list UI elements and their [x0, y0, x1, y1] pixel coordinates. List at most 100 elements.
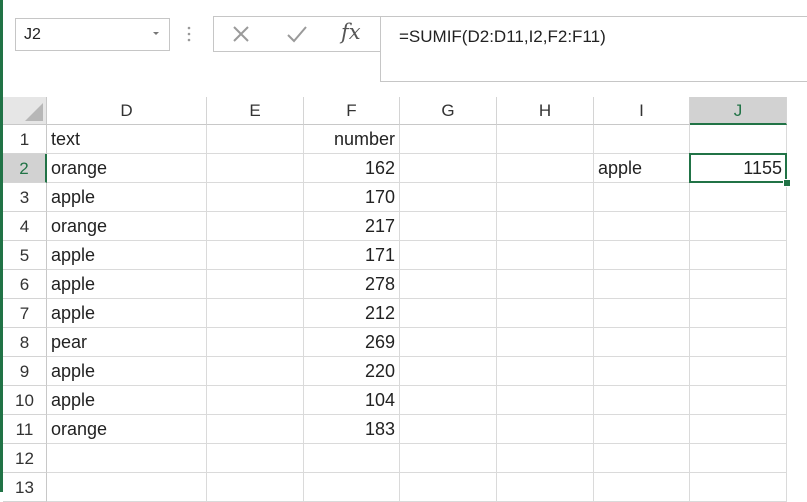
cell-h10[interactable] [497, 386, 594, 415]
row-header-9[interactable]: 9 [3, 357, 47, 386]
cell-j1[interactable] [690, 125, 787, 154]
cell-d10[interactable]: apple [47, 386, 207, 415]
cell-f2[interactable]: 162 [304, 154, 400, 183]
cell-d2[interactable]: orange [47, 154, 207, 183]
cell-e12[interactable] [207, 444, 304, 473]
cell-j2[interactable]: 1155 [690, 154, 787, 183]
select-all-button[interactable] [3, 97, 47, 125]
cell-e2[interactable] [207, 154, 304, 183]
cell-g3[interactable] [400, 183, 497, 212]
cell-d3[interactable]: apple [47, 183, 207, 212]
row-header-12[interactable]: 12 [3, 444, 47, 473]
cell-h13[interactable] [497, 473, 594, 502]
enter-check-icon[interactable] [286, 24, 308, 44]
cell-g8[interactable] [400, 328, 497, 357]
cell-i6[interactable] [594, 270, 690, 299]
cell-d4[interactable]: orange [47, 212, 207, 241]
chevron-down-icon[interactable] [151, 28, 161, 38]
drag-handle-icon[interactable] [186, 24, 192, 44]
row-header-4[interactable]: 4 [3, 212, 47, 241]
cell-e8[interactable] [207, 328, 304, 357]
cell-g12[interactable] [400, 444, 497, 473]
cell-j10[interactable] [690, 386, 787, 415]
cell-e6[interactable] [207, 270, 304, 299]
cell-h3[interactable] [497, 183, 594, 212]
column-header-e[interactable]: E [207, 97, 304, 125]
cell-h5[interactable] [497, 241, 594, 270]
column-header-i[interactable]: I [594, 97, 690, 125]
cell-j13[interactable] [690, 473, 787, 502]
column-header-g[interactable]: G [400, 97, 497, 125]
row-header-7[interactable]: 7 [3, 299, 47, 328]
cell-f9[interactable]: 220 [304, 357, 400, 386]
cell-f5[interactable]: 171 [304, 241, 400, 270]
cell-f7[interactable]: 212 [304, 299, 400, 328]
cell-d13[interactable] [47, 473, 207, 502]
cell-h8[interactable] [497, 328, 594, 357]
cell-h6[interactable] [497, 270, 594, 299]
cell-j4[interactable] [690, 212, 787, 241]
cell-d1[interactable]: text [47, 125, 207, 154]
cell-g4[interactable] [400, 212, 497, 241]
cell-i8[interactable] [594, 328, 690, 357]
cell-j7[interactable] [690, 299, 787, 328]
cell-j9[interactable] [690, 357, 787, 386]
cell-j5[interactable] [690, 241, 787, 270]
cell-i13[interactable] [594, 473, 690, 502]
name-box[interactable]: J2 [15, 18, 170, 51]
cell-f8[interactable]: 269 [304, 328, 400, 357]
insert-function-icon[interactable]: fx [341, 20, 361, 44]
cell-i9[interactable] [594, 357, 690, 386]
cell-d8[interactable]: pear [47, 328, 207, 357]
cell-i12[interactable] [594, 444, 690, 473]
cell-d11[interactable]: orange [47, 415, 207, 444]
row-header-1[interactable]: 1 [3, 125, 47, 154]
row-header-13[interactable]: 13 [3, 473, 47, 502]
column-header-f[interactable]: F [304, 97, 400, 125]
cell-e13[interactable] [207, 473, 304, 502]
row-header-5[interactable]: 5 [3, 241, 47, 270]
row-header-6[interactable]: 6 [3, 270, 47, 299]
cell-g5[interactable] [400, 241, 497, 270]
column-header-d[interactable]: D [47, 97, 207, 125]
cell-j12[interactable] [690, 444, 787, 473]
cell-i11[interactable] [594, 415, 690, 444]
row-header-2[interactable]: 2 [3, 154, 47, 183]
cell-g6[interactable] [400, 270, 497, 299]
cell-g10[interactable] [400, 386, 497, 415]
row-header-10[interactable]: 10 [3, 386, 47, 415]
cell-h1[interactable] [497, 125, 594, 154]
cell-h9[interactable] [497, 357, 594, 386]
cell-h11[interactable] [497, 415, 594, 444]
cell-f3[interactable]: 170 [304, 183, 400, 212]
cell-j6[interactable] [690, 270, 787, 299]
cell-i2[interactable]: apple [594, 154, 690, 183]
cell-f10[interactable]: 104 [304, 386, 400, 415]
row-header-11[interactable]: 11 [3, 415, 47, 444]
cancel-icon[interactable] [231, 24, 251, 44]
cell-e7[interactable] [207, 299, 304, 328]
cell-h7[interactable] [497, 299, 594, 328]
cell-g9[interactable] [400, 357, 497, 386]
cell-g13[interactable] [400, 473, 497, 502]
cell-h12[interactable] [497, 444, 594, 473]
cell-f13[interactable] [304, 473, 400, 502]
cell-h2[interactable] [497, 154, 594, 183]
cell-e3[interactable] [207, 183, 304, 212]
cell-g1[interactable] [400, 125, 497, 154]
cell-i5[interactable] [594, 241, 690, 270]
cell-f12[interactable] [304, 444, 400, 473]
cell-f4[interactable]: 217 [304, 212, 400, 241]
cell-i3[interactable] [594, 183, 690, 212]
cell-g2[interactable] [400, 154, 497, 183]
cell-i1[interactable] [594, 125, 690, 154]
cell-f6[interactable]: 278 [304, 270, 400, 299]
cell-e11[interactable] [207, 415, 304, 444]
cell-d6[interactable]: apple [47, 270, 207, 299]
cell-e10[interactable] [207, 386, 304, 415]
cell-j11[interactable] [690, 415, 787, 444]
cell-j3[interactable] [690, 183, 787, 212]
cell-i4[interactable] [594, 212, 690, 241]
cell-d9[interactable]: apple [47, 357, 207, 386]
cell-d5[interactable]: apple [47, 241, 207, 270]
